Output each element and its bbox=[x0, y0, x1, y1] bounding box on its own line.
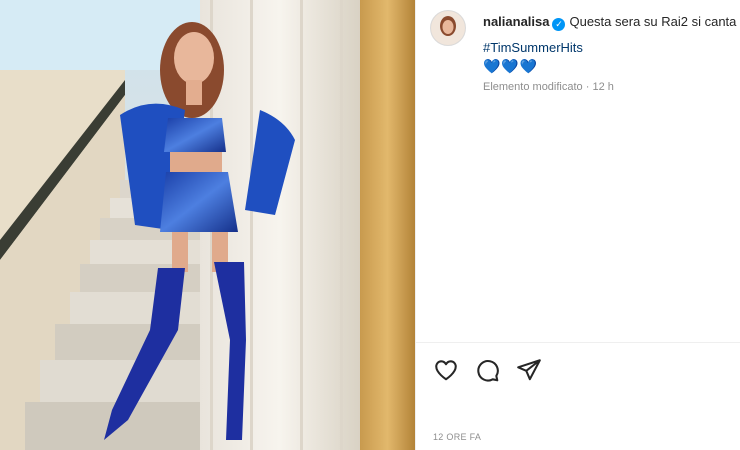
caption-text: nalianalisa ✓ Questa sera su Rai2 si canta bbox=[483, 13, 740, 31]
comment-icon bbox=[477, 359, 500, 382]
caption-body: Questa sera su Rai2 si canta bbox=[569, 14, 737, 29]
hashtag-link[interactable]: #TimSummerHits bbox=[483, 40, 583, 55]
paper-plane-icon bbox=[517, 359, 541, 381]
post-photo-illustration bbox=[0, 0, 415, 450]
comment-button[interactable] bbox=[474, 357, 500, 383]
post-timestamp: 12 ORE FA bbox=[433, 432, 482, 442]
divider bbox=[416, 342, 740, 343]
blue-hearts-emoji: 💙💙💙 bbox=[483, 58, 539, 74]
avatar-image bbox=[431, 11, 465, 45]
post-image[interactable] bbox=[0, 0, 415, 450]
like-button[interactable] bbox=[433, 357, 459, 383]
meta-separator: · bbox=[585, 81, 590, 93]
heart-icon bbox=[435, 360, 457, 381]
post-meta: Elemento modificato · 12 h bbox=[483, 81, 614, 93]
action-bar bbox=[433, 357, 553, 383]
post-age: 12 h bbox=[592, 81, 614, 93]
edited-label: Elemento modificato bbox=[483, 81, 583, 93]
share-button[interactable] bbox=[516, 357, 542, 383]
username-link[interactable]: nalianalisa bbox=[483, 14, 549, 29]
post-panel: nalianalisa ✓ Questa sera su Rai2 si canta… bbox=[415, 0, 740, 450]
verified-badge-icon: ✓ bbox=[552, 18, 566, 31]
avatar[interactable] bbox=[430, 10, 466, 46]
